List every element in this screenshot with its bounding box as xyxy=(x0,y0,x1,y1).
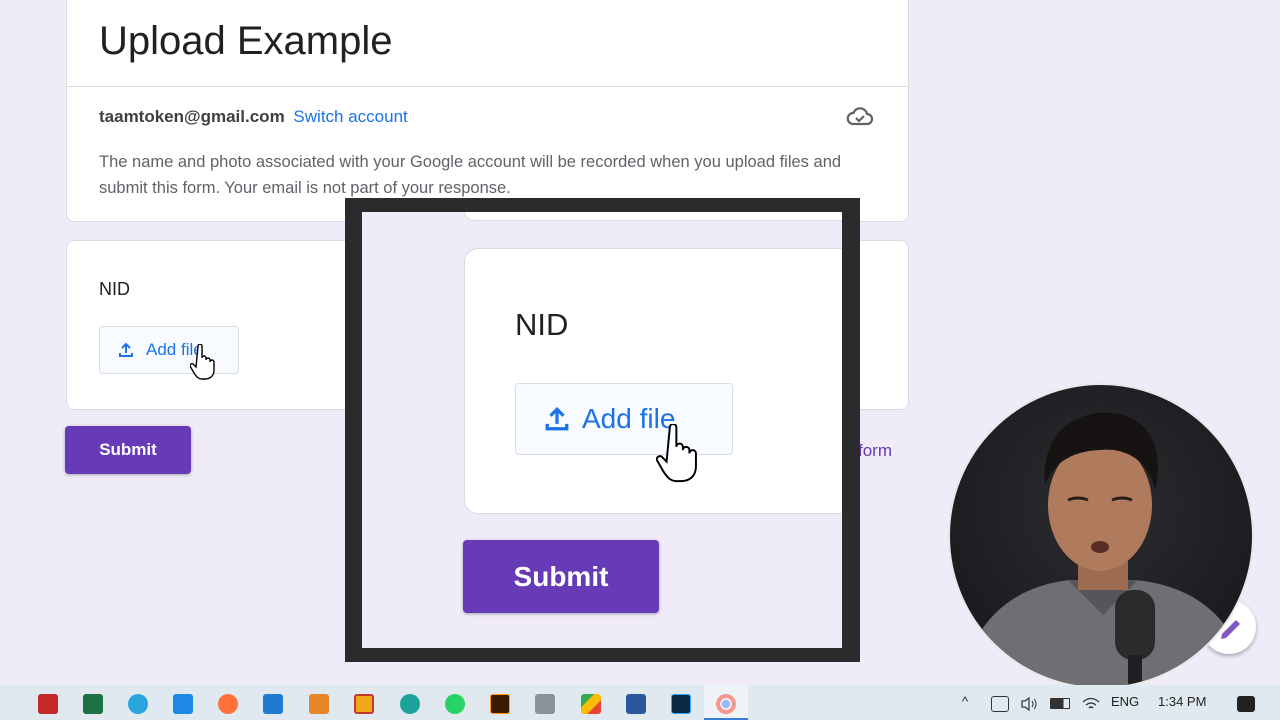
whatsapp-icon[interactable] xyxy=(445,694,465,714)
wifi-signal-icon xyxy=(1082,697,1100,709)
language-indicator[interactable]: ENG xyxy=(1111,694,1139,709)
chrome-active-indicator xyxy=(704,685,748,720)
drive-icon[interactable] xyxy=(581,694,601,714)
security-tray-icon[interactable] xyxy=(991,696,1009,712)
add-file-button[interactable]: Add file xyxy=(99,326,239,374)
submit-button[interactable]: Submit xyxy=(65,426,191,474)
wifi-icon[interactable] xyxy=(1082,696,1100,712)
sublime-icon[interactable] xyxy=(309,694,329,714)
photos-icon[interactable] xyxy=(173,694,193,714)
notes-icon[interactable] xyxy=(354,694,374,714)
vscode-icon[interactable] xyxy=(263,694,283,714)
telegram-icon[interactable] xyxy=(128,694,148,714)
acrobat-icon[interactable] xyxy=(38,694,58,714)
account-notice: The name and photo associated with your … xyxy=(99,153,842,197)
word-icon[interactable] xyxy=(626,694,646,714)
clock[interactable]: 1:34 PM xyxy=(1158,694,1206,709)
divider xyxy=(67,86,908,87)
webcam-overlay xyxy=(948,383,1254,689)
photoshop-icon[interactable] xyxy=(671,694,691,714)
zoom-hand-cursor-icon xyxy=(656,424,697,483)
clear-form-link[interactable]: form xyxy=(858,441,892,461)
edge-icon[interactable] xyxy=(400,694,420,714)
tray-chevron-icon[interactable]: ^ xyxy=(962,694,968,709)
account-row: taamtoken@gmail.com Switch account xyxy=(99,107,408,127)
zoom-header-card-edge xyxy=(464,212,842,221)
notifications-icon[interactable] xyxy=(1237,696,1255,712)
zoom-question-card: NID Add file xyxy=(464,248,842,514)
zoom-overlay: NID Add file Submit xyxy=(345,198,860,662)
volume-icon[interactable] xyxy=(1020,696,1038,712)
form-title: Upload Example xyxy=(99,19,393,63)
battery-icon[interactable] xyxy=(1050,698,1070,709)
cloud-saved-icon xyxy=(846,107,874,126)
firefox-icon[interactable] xyxy=(218,694,238,714)
question-label: NID xyxy=(99,279,130,299)
calculator-icon[interactable] xyxy=(535,694,555,714)
form-header-card: Upload Example taamtoken@gmail.com Switc… xyxy=(66,0,909,222)
zoom-add-file-button[interactable]: Add file xyxy=(515,383,733,455)
switch-account-link[interactable]: Switch account xyxy=(293,107,407,126)
upload-icon xyxy=(119,342,133,357)
speaker-icon xyxy=(1021,696,1037,712)
zoom-question-label: NID xyxy=(515,307,569,342)
zoom-submit-button[interactable]: Submit xyxy=(463,540,659,613)
presenter-video xyxy=(960,412,1250,687)
illustrator-icon[interactable] xyxy=(490,694,510,714)
zoom-viewport: NID Add file Submit xyxy=(362,212,842,648)
zoom-upload-icon xyxy=(545,406,569,431)
hand-cursor-icon xyxy=(190,344,215,380)
account-email: taamtoken@gmail.com xyxy=(99,107,285,126)
excel-icon[interactable] xyxy=(83,694,103,714)
